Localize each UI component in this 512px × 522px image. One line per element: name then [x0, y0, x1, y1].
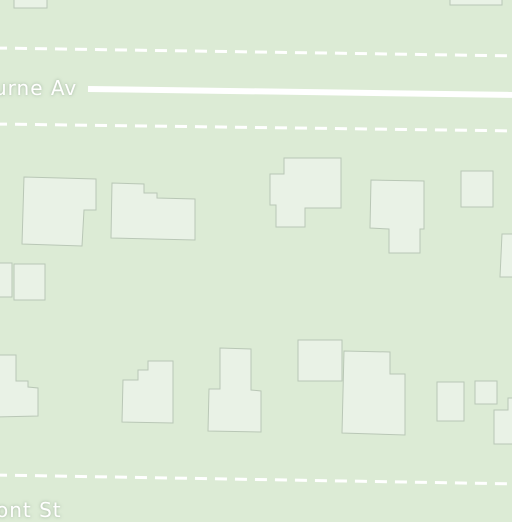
property-line-dashed [0, 473, 512, 486]
road-avenue[interactable] [87, 86, 512, 98]
building[interactable] [341, 350, 406, 436]
building[interactable] [369, 179, 425, 254]
property-line-dashed [0, 46, 512, 58]
property-line-dashed [0, 122, 512, 133]
building[interactable] [436, 381, 465, 422]
building[interactable] [13, 263, 46, 301]
building[interactable] [474, 380, 498, 405]
building[interactable] [21, 176, 97, 247]
building[interactable] [269, 157, 342, 228]
street-label-street: ont St [0, 498, 62, 522]
building[interactable] [207, 347, 262, 433]
building[interactable] [0, 262, 13, 298]
building[interactable] [499, 233, 512, 278]
building[interactable] [460, 170, 494, 208]
building[interactable] [121, 360, 174, 424]
building[interactable] [449, 0, 503, 6]
street-label-avenue: urne Av [0, 76, 78, 100]
building[interactable] [297, 339, 343, 382]
building[interactable] [110, 182, 196, 241]
building[interactable] [493, 397, 512, 445]
building[interactable] [13, 0, 48, 9]
building[interactable] [0, 354, 39, 418]
